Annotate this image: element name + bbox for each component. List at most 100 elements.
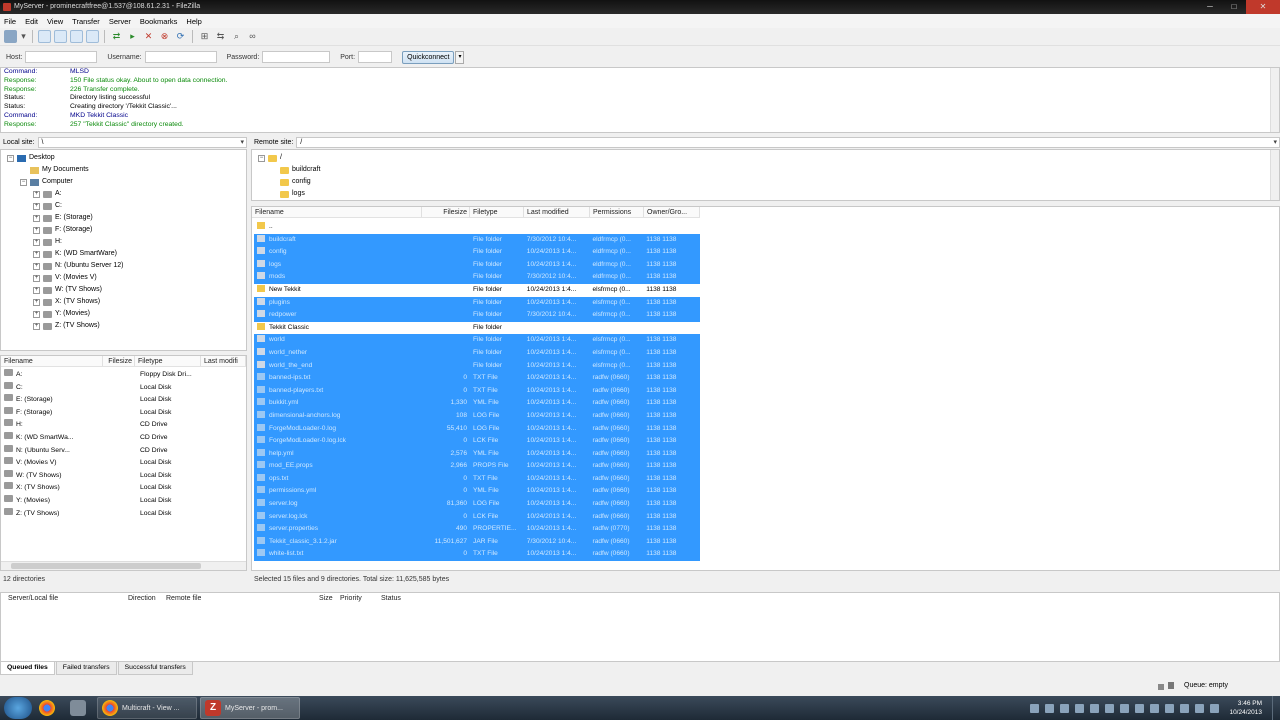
remote-tree-item[interactable]: logs bbox=[252, 188, 1279, 200]
local-tree-item[interactable]: + E: (Storage) bbox=[1, 212, 246, 224]
local-hscrollbar[interactable] bbox=[1, 561, 246, 570]
queue-col-direction[interactable]: Direction bbox=[125, 593, 156, 604]
expand-icon[interactable]: + bbox=[33, 262, 40, 270]
queue-col-remote[interactable]: Remote file bbox=[163, 593, 201, 604]
remote-file-row[interactable]: New Tekkit File folder 10/24/2013 1:4... el… bbox=[254, 284, 700, 297]
port-input[interactable] bbox=[358, 51, 393, 63]
local-file-row[interactable]: C: Local Disk bbox=[1, 381, 246, 395]
remote-file-row[interactable]: dimensional-anchors.log 108 LOG File 10/24/… bbox=[254, 409, 700, 423]
remote-file-row[interactable]: ops.txt 0 TXT File 10/24/2013 1:4... radfw (… bbox=[254, 472, 700, 486]
remote-file-row[interactable]: permissions.yml 0 YML File 10/24/2013 1:4..… bbox=[254, 485, 700, 499]
expand-icon[interactable]: + bbox=[33, 298, 40, 306]
remote-file-row[interactable]: plugins File folder 10/24/2013 1:4... elsfr… bbox=[254, 296, 700, 310]
tray-app-icon[interactable] bbox=[1045, 703, 1055, 713]
tray-app-icon[interactable] bbox=[1075, 703, 1085, 713]
remote-file-row[interactable]: mods File folder 7/30/2012 10:4... eldfrmcp… bbox=[254, 271, 700, 284]
local-tree-item[interactable]: + C: bbox=[1, 200, 246, 212]
local-col-modified[interactable]: Last modifi bbox=[201, 356, 246, 366]
search-icon[interactable]: ⌕ bbox=[230, 30, 243, 43]
local-tree-item[interactable]: − Computer bbox=[1, 176, 246, 188]
cancel-icon[interactable]: ✕ bbox=[142, 30, 155, 43]
refresh-icon[interactable]: ⇄ bbox=[110, 30, 123, 43]
remote-file-row[interactable]: mod_EE.props 2,966 PROPS File 10/24/2013 1:… bbox=[254, 460, 700, 473]
queue-col-size[interactable]: Size bbox=[316, 593, 333, 604]
local-col-filesize[interactable]: Filesize bbox=[103, 356, 135, 366]
local-file-row[interactable]: E: (Storage) Local Disk bbox=[1, 394, 246, 407]
expand-icon[interactable]: + bbox=[33, 202, 40, 210]
local-file-row[interactable]: Y: (Movies) Local Disk bbox=[1, 494, 246, 508]
toggle-log-icon[interactable] bbox=[38, 30, 51, 43]
password-input[interactable] bbox=[262, 51, 331, 63]
local-tree-item[interactable]: + A: bbox=[1, 188, 246, 200]
process-queue-icon[interactable]: ▸ bbox=[126, 30, 139, 43]
menu-bookmarks[interactable]: Bookmarks bbox=[140, 17, 178, 26]
local-col-filename[interactable]: Filename bbox=[1, 356, 103, 366]
tray-app-icon[interactable] bbox=[1180, 703, 1190, 713]
tab-queued-files[interactable]: Queued files bbox=[0, 662, 55, 675]
remote-file-row[interactable]: world_the_end File folder 10/24/2013 1:4..… bbox=[254, 359, 700, 373]
remote-file-row[interactable]: world_nether File folder 10/24/2013 1:4...… bbox=[254, 346, 700, 360]
remote-file-row[interactable]: server.log.lck 0 LCK File 10/24/2013 1:4...… bbox=[254, 510, 700, 524]
expand-icon[interactable]: + bbox=[33, 310, 40, 318]
local-file-row[interactable]: V: (Movies V) Local Disk bbox=[1, 457, 246, 470]
local-col-filetype[interactable]: Filetype bbox=[135, 356, 201, 366]
queue-col-status[interactable]: Status bbox=[378, 593, 401, 604]
toggle-local-tree-icon[interactable] bbox=[54, 30, 67, 43]
menu-edit[interactable]: Edit bbox=[25, 17, 38, 26]
toggle-queue-icon[interactable] bbox=[86, 30, 99, 43]
log-scrollbar[interactable] bbox=[1270, 68, 1279, 132]
expand-icon[interactable]: + bbox=[33, 226, 40, 234]
menu-view[interactable]: View bbox=[47, 17, 63, 26]
taskbar-chrome[interactable] bbox=[35, 697, 63, 719]
expand-icon[interactable]: + bbox=[33, 190, 40, 198]
local-tree-item[interactable]: + K: (WD SmartWare) bbox=[1, 248, 246, 260]
tray-app-icon[interactable] bbox=[1090, 703, 1100, 713]
local-tree-item[interactable]: + H: bbox=[1, 236, 246, 248]
local-file-row[interactable]: K: (WD SmartWa... CD Drive bbox=[1, 431, 246, 445]
tray-app-icon[interactable] bbox=[1060, 703, 1070, 713]
remote-col-modified[interactable]: Last modified bbox=[524, 207, 590, 217]
remote-file-row[interactable]: server.log 81,360 LOG File 10/24/2013 1:4..… bbox=[254, 498, 700, 511]
quickconnect-dropdown-icon[interactable]: ▾ bbox=[455, 50, 465, 64]
remote-col-permissions[interactable]: Permissions bbox=[590, 207, 644, 217]
clock[interactable]: 3:46 PM 10/24/2013 bbox=[1229, 699, 1262, 717]
local-tree-item[interactable]: + F: (Storage) bbox=[1, 224, 246, 236]
toggle-remote-tree-icon[interactable] bbox=[70, 30, 83, 43]
binoculars-icon[interactable]: ∞ bbox=[246, 30, 259, 43]
start-button[interactable] bbox=[4, 697, 32, 719]
menu-transfer[interactable]: Transfer bbox=[72, 17, 100, 26]
tray-app-icon[interactable] bbox=[1150, 703, 1160, 713]
local-hscroll-thumb[interactable] bbox=[11, 563, 201, 569]
tray-app-icon[interactable] bbox=[1030, 703, 1040, 713]
remote-file-row[interactable]: redpower File folder 7/30/2012 10:4... elsf… bbox=[254, 309, 700, 322]
expand-icon[interactable]: + bbox=[33, 238, 40, 246]
expand-icon[interactable]: + bbox=[33, 322, 40, 330]
expand-icon[interactable]: + bbox=[33, 250, 40, 258]
local-tree-item[interactable]: + X: (TV Shows) bbox=[1, 296, 246, 308]
remote-file-row[interactable]: logs File folder 10/24/2013 1:4... eldfrmcp… bbox=[254, 258, 700, 272]
taskbar-explorer[interactable] bbox=[66, 697, 94, 719]
local-tree-item[interactable]: + Z: (TV Shows) bbox=[1, 320, 246, 332]
local-tree-item[interactable]: My Documents bbox=[1, 164, 246, 176]
remote-file-row[interactable]: bukkit.yml 1,330 YML File 10/24/2013 1:4...… bbox=[254, 397, 700, 410]
local-file-row[interactable]: F: (Storage) Local Disk bbox=[1, 406, 246, 420]
remote-tree-item[interactable]: buildcraft bbox=[252, 164, 1279, 176]
reconnect-icon[interactable]: ⟳ bbox=[174, 30, 187, 43]
remote-file-row[interactable]: .. bbox=[254, 221, 700, 234]
remote-file-row[interactable]: ForgeModLoader-0.log.lck 0 LCK File 10/24/2… bbox=[254, 435, 700, 448]
remote-file-row[interactable]: help.yml 2,576 YML File 10/24/2013 1:4... ra… bbox=[254, 447, 700, 461]
remote-col-filesize[interactable]: Filesize bbox=[422, 207, 470, 217]
queue-col-priority[interactable]: Priority bbox=[337, 593, 362, 604]
remote-file-row[interactable]: buildcraft File folder 7/30/2012 10:4... el… bbox=[254, 233, 700, 247]
host-input[interactable] bbox=[25, 51, 98, 63]
remote-file-row[interactable]: banned-ips.txt 0 TXT File 10/24/2013 1:4...… bbox=[254, 372, 700, 385]
remote-col-owner[interactable]: Owner/Gro... bbox=[644, 207, 700, 217]
menu-server[interactable]: Server bbox=[109, 17, 131, 26]
local-tree-item[interactable]: + V: (Movies V) bbox=[1, 272, 246, 284]
local-file-row[interactable]: H: CD Drive bbox=[1, 419, 246, 432]
tab-failed-transfers[interactable]: Failed transfers bbox=[55, 662, 117, 675]
local-file-row[interactable]: X: (TV Shows) Local Disk bbox=[1, 482, 246, 495]
sync-browsing-icon[interactable]: ⇆ bbox=[214, 30, 227, 43]
taskbar-item-filezilla[interactable]: Z MyServer - prom... bbox=[200, 697, 300, 719]
username-input[interactable] bbox=[144, 51, 217, 63]
